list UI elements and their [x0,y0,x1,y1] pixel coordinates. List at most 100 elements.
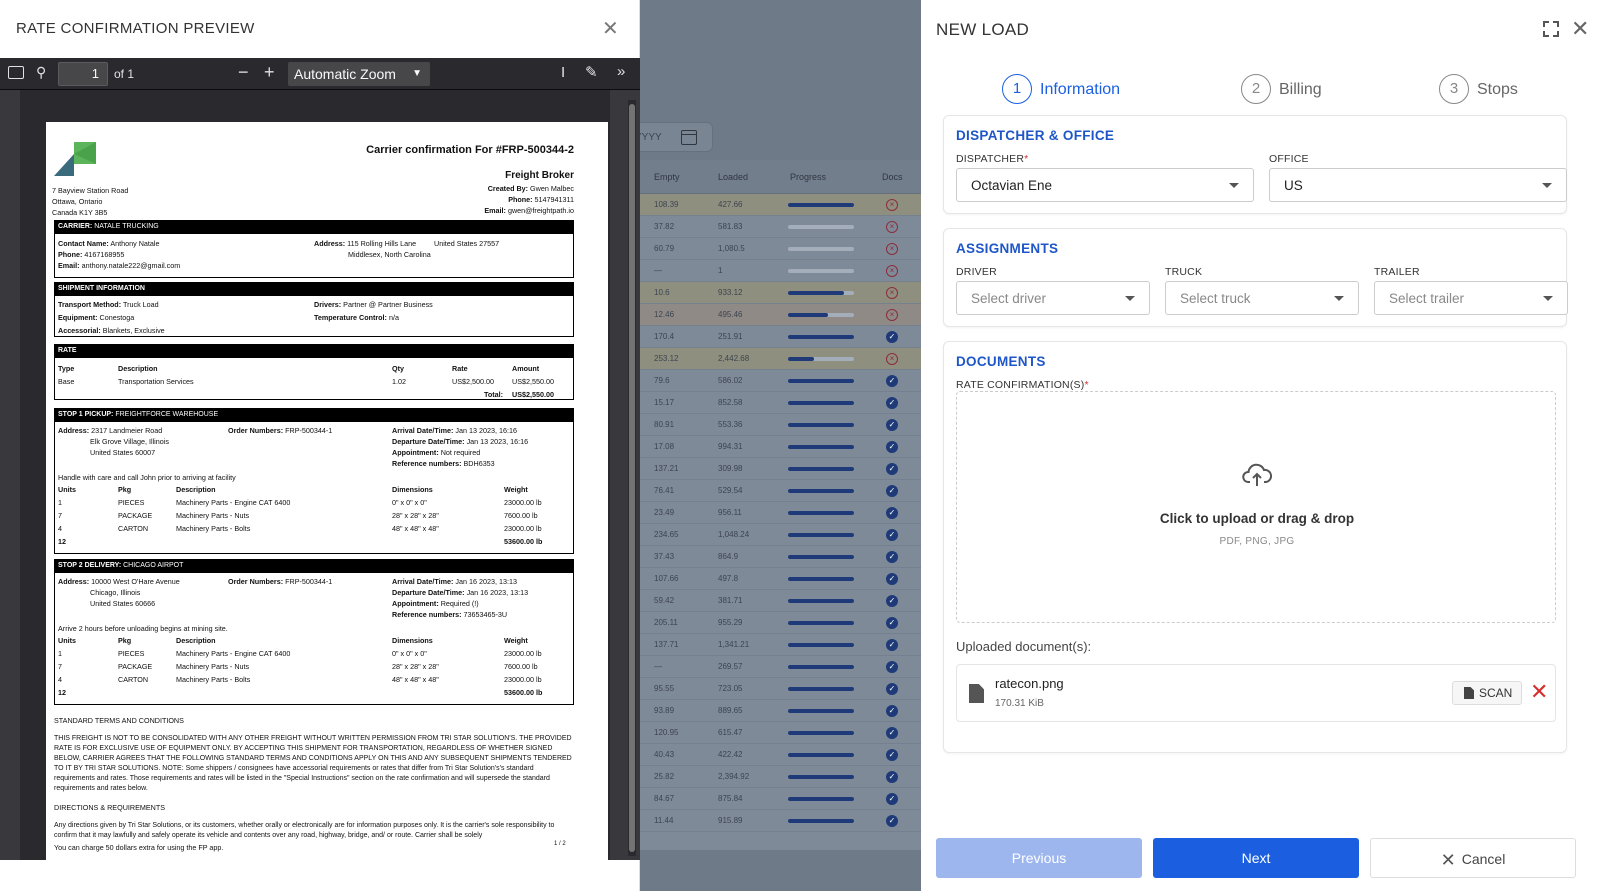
progress-fill [788,489,854,493]
check-icon: ✓ [886,375,898,387]
row-progress-bar [788,423,854,427]
scan-button[interactable]: SCAN [1452,681,1522,705]
row-empty: 84.67 [654,794,675,803]
progress-fill [788,731,854,735]
row-progress-bar [788,731,854,735]
fullscreen-icon[interactable] [1543,21,1559,37]
row-progress-bar [788,621,854,625]
doc-heading: Carrier confirmation For #FRP-500344-2 [366,144,574,156]
rate-confirmation-label: RATE CONFIRMATION(S)* [956,379,1089,391]
items-total-units: 12 [58,688,66,697]
row-loaded: 269.57 [718,662,743,671]
check-icon: ✓ [886,507,898,519]
items-cell: CARTON [118,524,149,533]
close-icon[interactable]: ✕ [1571,18,1589,40]
pdf-scrollbar[interactable] [628,100,636,856]
upload-dropzone[interactable]: Click to upload or drag & drop PDF, PNG,… [956,391,1556,623]
doc-email: Email: gwen@freightpath.io [484,206,574,215]
row-empty: 60.79 [654,244,675,253]
office-select[interactable]: US [1269,168,1567,202]
delete-file-icon[interactable]: ✕ [1530,679,1548,705]
row-empty: 25.82 [654,772,675,781]
loads-table-row: 234.65 1,048.24 ✓ [640,524,921,546]
carrier-address-2: Middlesex, North Carolina [348,250,431,259]
temperature: Temperature Control: n/a [314,313,399,322]
zoom-select[interactable]: Automatic Zoom ▼ [288,62,430,86]
progress-fill [788,643,854,647]
assignments-section-title: ASSIGNMENTS [956,241,1059,256]
pdf-scroll-thumb[interactable] [629,104,635,852]
items-total-units: 12 [58,537,66,546]
close-icon: ✕ [1440,850,1456,870]
check-icon: ✓ [886,573,898,585]
row-loaded: 1 [718,266,723,275]
items-cell: 0" x 0" x 0" [392,498,427,507]
rate-total: US$2,550.00 [512,390,554,399]
items-cell: 23000.00 lb [504,675,542,684]
row-progress-bar [788,247,854,251]
page-number-input[interactable]: 1 [58,62,108,86]
check-icon: ✓ [886,705,898,717]
loads-table-row: 12.46 495.46 × [640,304,921,326]
charge-note: You can charge 50 dollars extra for usin… [54,843,224,852]
row-loaded: 615.47 [718,728,743,737]
file-name[interactable]: ratecon.png [995,676,1064,691]
equipment: Equipment: Conestoga [58,313,135,322]
office-value: US [1284,178,1303,193]
progress-fill [788,533,854,537]
row-loaded: 915.89 [718,816,743,825]
loads-table-row: 137.71 1,341.21 ✓ [640,634,921,656]
previous-button[interactable]: Previous [936,838,1142,878]
check-icon: ✓ [886,551,898,563]
loads-table-row: — 269.57 ✓ [640,656,921,678]
progress-fill [788,577,854,581]
loads-table-row: 10.6 933.12 × [640,282,921,304]
rate-header-desc: Description [118,364,158,373]
missing-doc-icon: × [886,353,898,365]
check-icon: ✓ [886,815,898,827]
row-empty: 107.66 [654,574,679,583]
truck-placeholder: Select truck [1180,291,1251,306]
row-empty: 137.21 [654,464,679,473]
items-header: Description [176,636,216,645]
zoom-out-icon[interactable]: − [238,62,249,83]
text-cursor-icon[interactable]: I [561,64,565,81]
zoom-in-icon[interactable]: + [264,62,275,83]
progress-fill [788,423,854,427]
row-loaded: 529.54 [718,486,743,495]
check-icon: ✓ [886,661,898,673]
pencil-icon[interactable]: ✎ [585,63,598,81]
rate-header-qty: Qty [392,364,404,373]
next-button[interactable]: Next [1153,838,1359,878]
row-loaded: 497.8 [718,574,739,583]
carrier-email: Email: anthony.natale222@gmail.com [58,261,181,270]
trailer-select[interactable]: Select trailer [1374,281,1568,315]
row-loaded: 1,048.24 [718,530,750,539]
carrier-country: United States 27557 [434,239,500,248]
rate-total-label: Total: [484,390,504,399]
items-cell: 1 [58,649,62,658]
cancel-button[interactable]: ✕ Cancel [1370,838,1576,878]
page-marker: 1 / 2 [554,841,566,847]
check-icon: ✓ [886,331,898,343]
items-cell: Machinery Parts - Bolts [176,524,251,533]
dispatcher-select[interactable]: Octavian Ene [956,168,1254,202]
search-icon[interactable]: ⚲ [36,64,46,81]
page-total: of 1 [114,67,135,81]
driver-placeholder: Select driver [971,291,1047,306]
items-cell: PIECES [118,649,145,658]
close-icon[interactable]: ✕ [602,19,619,39]
row-empty: 205.11 [654,618,678,627]
row-empty: 37.43 [654,552,675,561]
items-cell: 7 [58,511,62,520]
driver-select[interactable]: Select driver [956,281,1150,315]
loads-table-row: 253.12 2,442.68 × [640,348,921,370]
row-progress-bar [788,269,854,273]
truck-select[interactable]: Select truck [1165,281,1359,315]
caret-down-icon [1542,183,1552,188]
progress-fill [788,753,854,757]
sidebar-toggle-icon[interactable] [8,66,24,79]
row-empty: 95.55 [654,684,675,693]
stop1-order: Order Numbers: FRP-500344-1 [228,426,333,435]
more-tools-icon[interactable]: » [617,63,625,80]
